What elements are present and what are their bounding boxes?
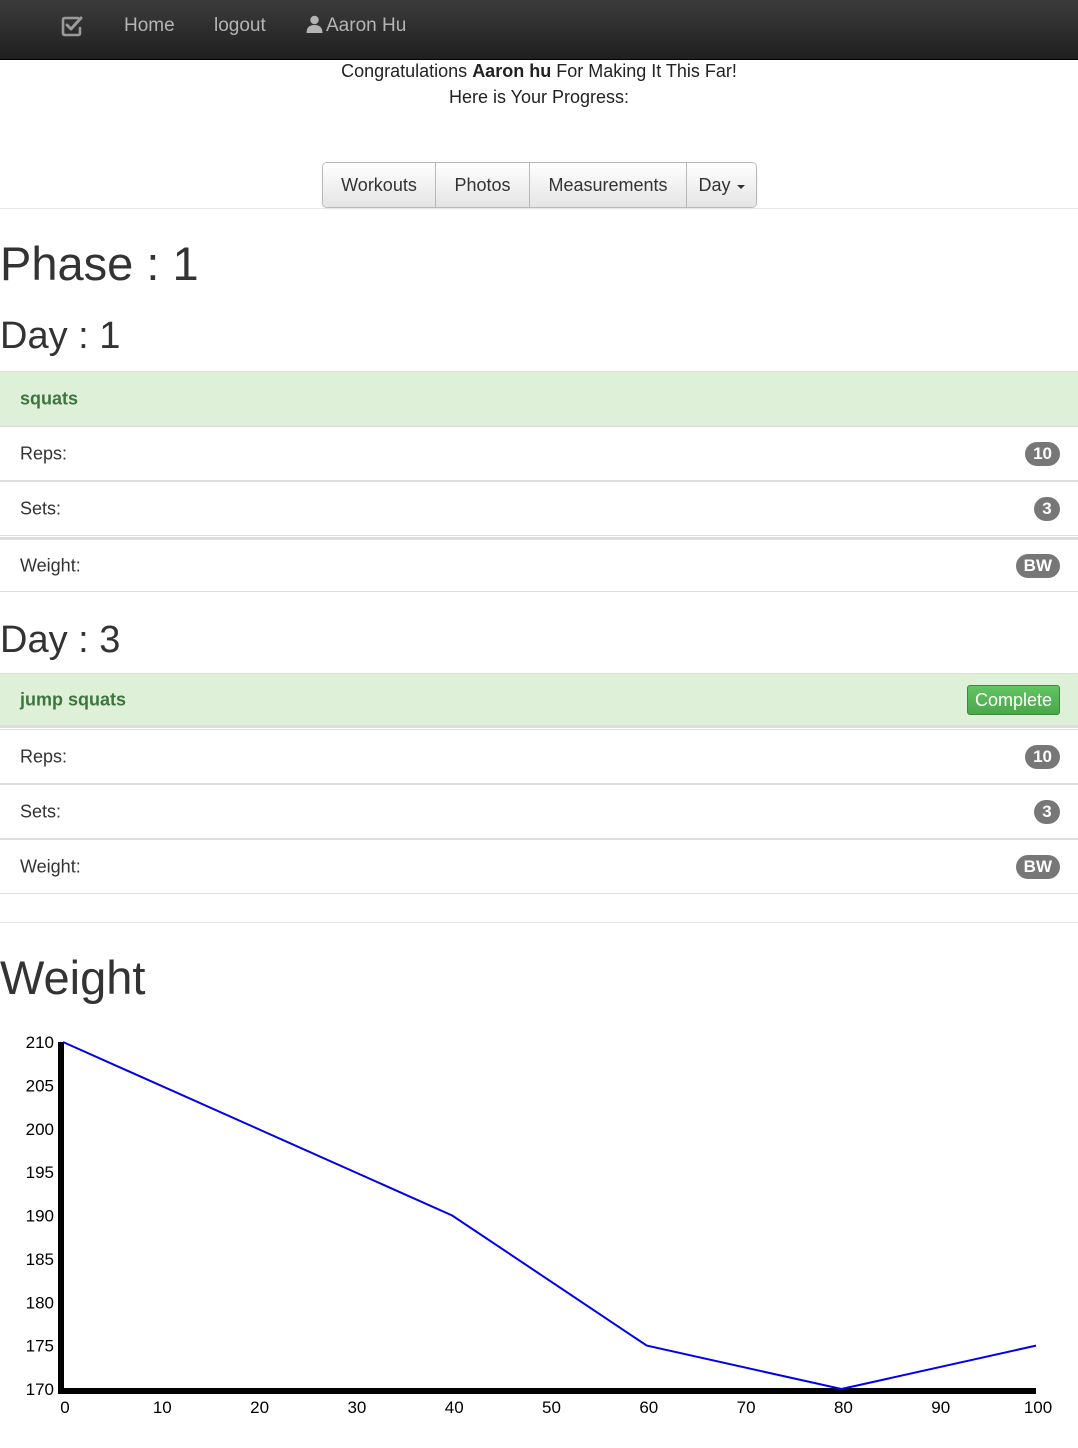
user-name: Aaron Hu [326, 15, 407, 36]
day-dropdown-button[interactable]: Day [687, 163, 756, 207]
weight-row: Weight: BW [0, 839, 1078, 894]
weight-series-line [62, 1041, 1037, 1391]
caret-down-icon [736, 185, 745, 189]
exercise-name: jump squats [20, 689, 127, 709]
nav-user-link[interactable]: Aaron Hu [306, 14, 406, 38]
x-tick-label: 90 [931, 1398, 950, 1417]
weight-badge: BW [1015, 553, 1060, 578]
nav-home-link[interactable]: Home [124, 14, 175, 38]
reps-badge: 10 [1025, 441, 1060, 466]
greeting-line-1: Congratulations Aaron hu For Making It T… [0, 61, 1078, 82]
reps-label: Reps: [20, 443, 68, 463]
sets-row: Sets: 3 [0, 784, 1078, 839]
y-tick-label: 200 [26, 1120, 54, 1139]
sets-label: Sets: [20, 498, 62, 518]
y-tick-label: 170 [26, 1380, 54, 1399]
workouts-button[interactable]: Workouts [323, 163, 436, 207]
greeting-suffix: For Making It This Far! [556, 61, 737, 81]
progress-tab-group: Workouts Photos Measurements Day [322, 162, 757, 208]
weight-heading: Weight [0, 951, 146, 1004]
reps-label: Reps: [20, 746, 68, 766]
y-tick-label: 205 [26, 1076, 54, 1095]
sets-row: Sets: 3 [0, 481, 1078, 536]
y-tick-label: 195 [26, 1163, 54, 1182]
day-dropdown-label: Day [698, 175, 731, 195]
x-tick-label: 10 [153, 1398, 172, 1417]
sets-label: Sets: [20, 801, 62, 821]
divider [0, 208, 1078, 209]
weight-label: Weight: [20, 856, 81, 876]
top-navbar: Home logout Aaron Hu [0, 0, 1078, 60]
phase-title: Phase : 1 [0, 237, 199, 290]
x-tick-label: 100 [1024, 1398, 1052, 1417]
reps-badge: 10 [1025, 744, 1060, 769]
nav-logout-link[interactable]: logout [214, 14, 266, 38]
exercise-header: jump squats Complete [0, 673, 1078, 728]
greeting-user-name: Aaron hu [472, 61, 552, 81]
reps-row: Reps: 10 [0, 729, 1078, 784]
x-tick-label: 30 [347, 1398, 366, 1417]
y-tick-label: 210 [26, 1033, 54, 1052]
exercise-header: squats [0, 371, 1078, 426]
y-tick-label: 175 [26, 1337, 54, 1356]
exercise-name: squats [20, 388, 79, 408]
sets-badge: 3 [1034, 799, 1060, 824]
day-title: Day : 1 [0, 315, 121, 357]
x-tick-label: 20 [250, 1398, 269, 1417]
divider [0, 922, 1078, 923]
x-tick-label: 60 [639, 1398, 658, 1417]
check-square-icon[interactable] [60, 14, 84, 40]
reps-row: Reps: 10 [0, 426, 1078, 481]
x-tick-label: 80 [834, 1398, 853, 1417]
weight-row: Weight: BW [0, 537, 1078, 592]
x-tick-label: 70 [737, 1398, 756, 1417]
y-tick-label: 190 [26, 1207, 54, 1226]
greeting-line-2: Here is Your Progress: [448, 87, 630, 107]
sets-badge: 3 [1034, 496, 1060, 521]
greeting-prefix: Congratulations [341, 61, 468, 81]
day-title: Day : 3 [0, 619, 121, 661]
photos-button[interactable]: Photos [436, 163, 530, 207]
weight-label: Weight: [20, 555, 81, 575]
y-tick-label: 185 [26, 1250, 54, 1269]
y-tick-label: 180 [26, 1293, 54, 1312]
measurements-button[interactable]: Measurements [530, 163, 687, 207]
complete-button[interactable]: Complete [966, 684, 1060, 715]
weight-line-chart: 170 175 180 185 190 195 200 205 210 0 10 20 30 40 50 60… [26, 1033, 1053, 1417]
x-tick-label: 0 [60, 1398, 69, 1417]
weight-badge: BW [1015, 854, 1060, 879]
x-tick-label: 40 [445, 1398, 464, 1417]
user-icon [306, 15, 323, 33]
x-tick-label: 50 [542, 1398, 561, 1417]
